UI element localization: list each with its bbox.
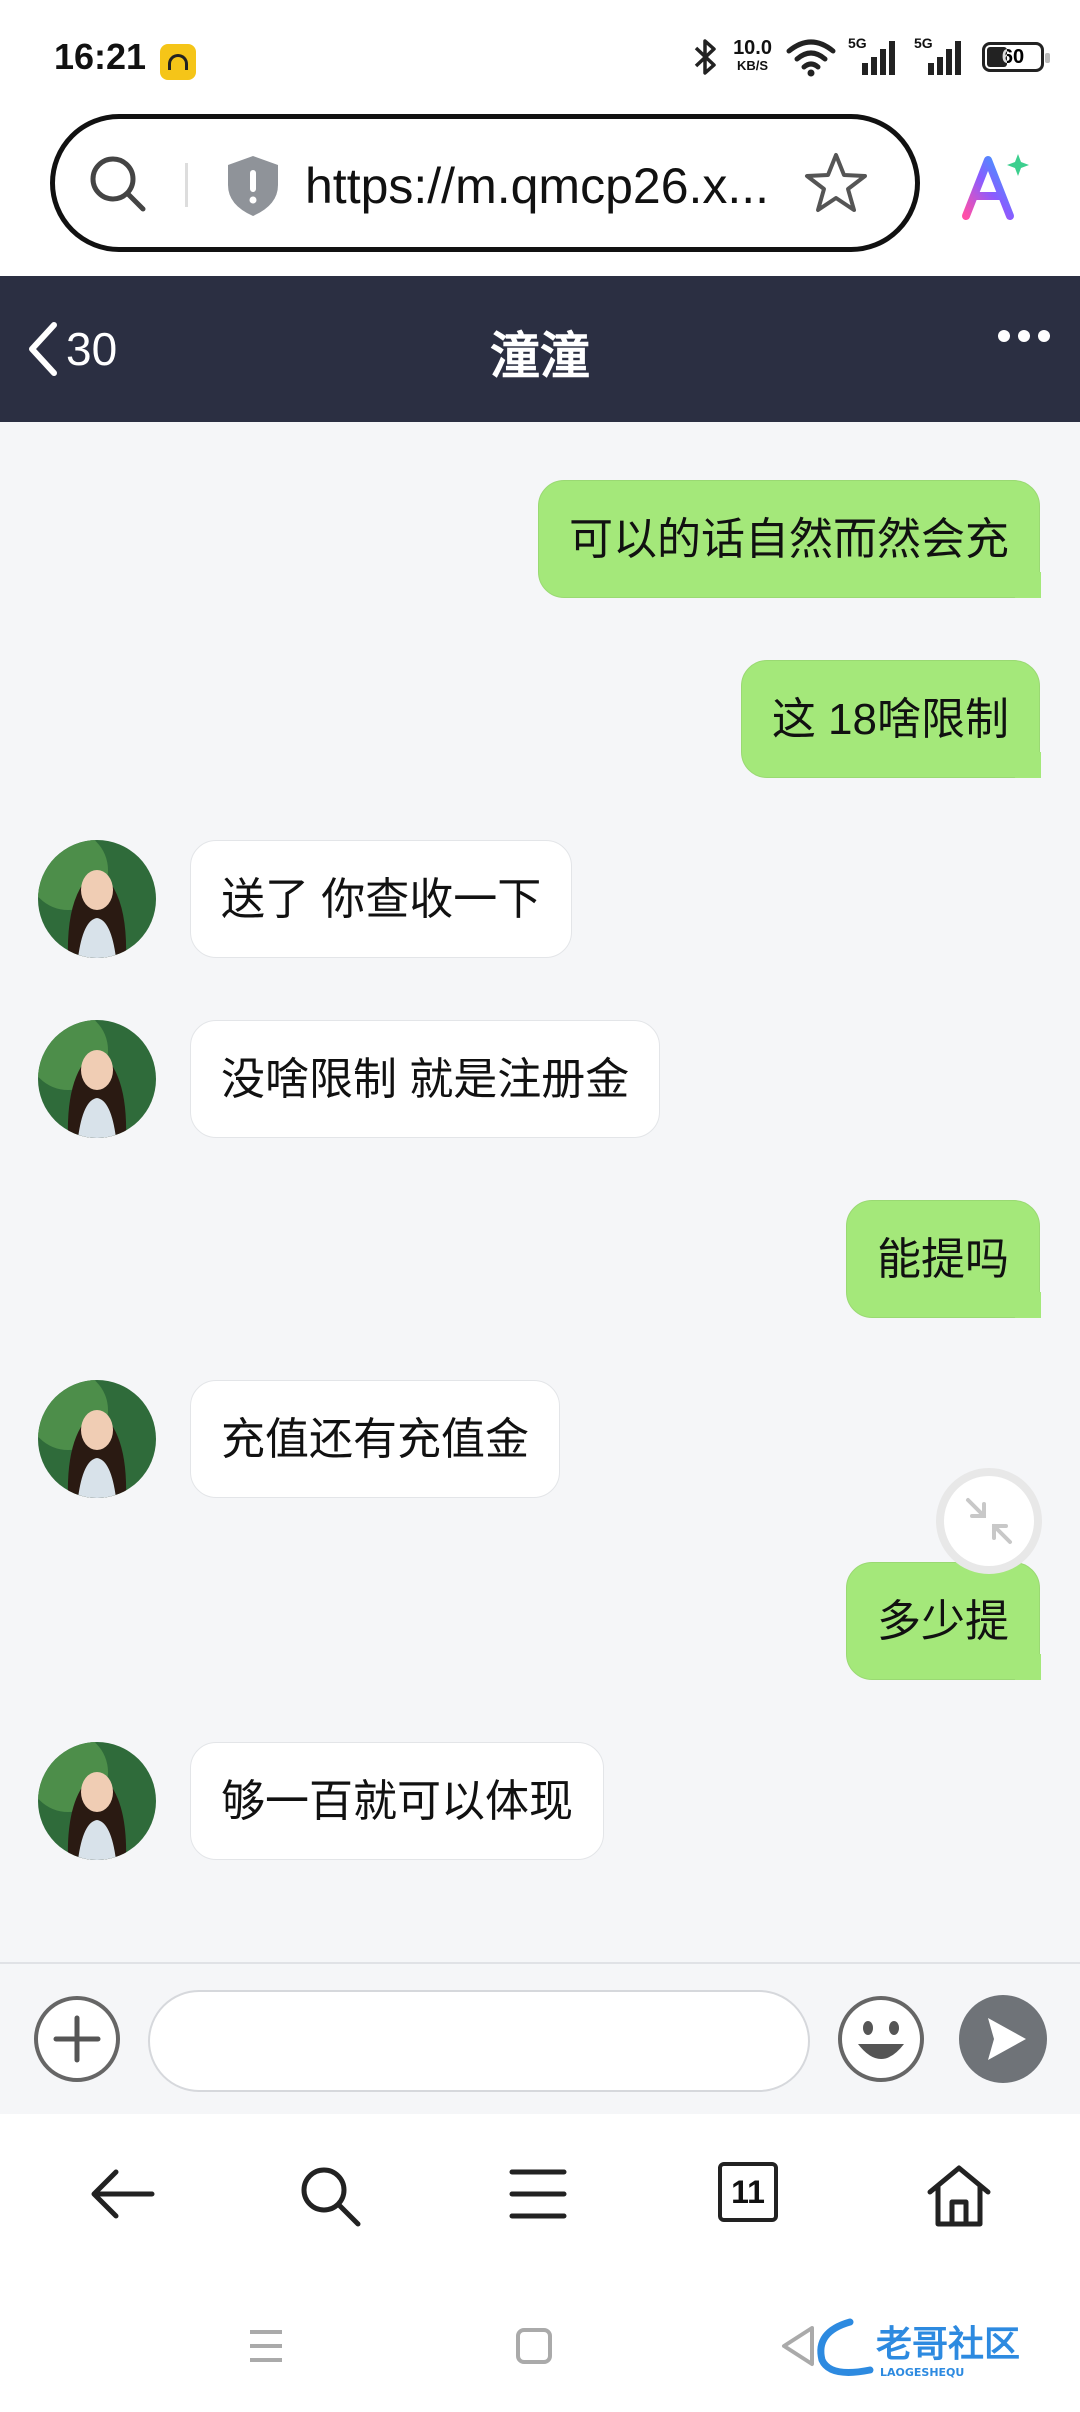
signal-1-label: 5G xyxy=(848,35,867,51)
address-bar[interactable]: https://m.qmcp26.x... xyxy=(50,114,920,252)
contact-avatar[interactable] xyxy=(38,1742,156,1860)
status-time: 16:21 xyxy=(54,36,147,77)
network-speed-unit: KB/S xyxy=(737,58,769,73)
message-bubble-received[interactable]: 送了 你查收一下 xyxy=(190,840,573,958)
message-input-bar xyxy=(0,1962,1080,2114)
message-bubble-received[interactable]: 充值还有充值金 xyxy=(190,1380,560,1498)
collapse-arrows-icon xyxy=(966,1498,1012,1544)
search-icon[interactable] xyxy=(83,149,153,219)
tab-count: 11 xyxy=(718,2162,778,2222)
message-input[interactable] xyxy=(148,1990,810,2092)
recent-apps-icon[interactable] xyxy=(246,2326,286,2366)
floating-collapse-button[interactable] xyxy=(936,1468,1042,1574)
chat-header: 30 潼潼 xyxy=(0,276,1080,422)
bluetooth-icon xyxy=(694,39,716,75)
send-icon[interactable] xyxy=(958,1994,1048,2084)
network-speed-value: 10.0 xyxy=(733,37,772,59)
message-bubble-sent[interactable]: 能提吗 xyxy=(846,1200,1041,1318)
wifi-icon xyxy=(786,39,836,77)
url-text[interactable]: https://m.qmcp26.x... xyxy=(305,157,769,215)
signal-2-label: 5G xyxy=(914,35,933,51)
app-notification-icon xyxy=(160,44,196,80)
message-bubble-sent[interactable]: 可以的话自然而然会充 xyxy=(538,480,1041,598)
emoji-icon[interactable] xyxy=(836,1994,926,2084)
network-speed: 10.0 KB/S xyxy=(733,37,772,75)
address-bar-divider xyxy=(185,163,188,207)
watermark-subtext: LAOGESHEQU xyxy=(880,2366,964,2379)
cell-signal-2-icon: 5G xyxy=(914,35,968,75)
watermark-logo: 老哥社区 LAOGESHEQU xyxy=(810,2312,1060,2382)
message-bubble-received[interactable]: 够一百就可以体现 xyxy=(190,1742,604,1860)
status-bar: 16:21 10.0 KB/S 5G 5G 60 xyxy=(0,0,1080,110)
add-attachment-icon[interactable] xyxy=(32,1994,122,2084)
status-icons: 10.0 KB/S 5G 5G 60 xyxy=(693,32,1050,82)
message-bubble-sent[interactable]: 多少提 xyxy=(846,1562,1041,1680)
battery-icon: 60 xyxy=(982,42,1050,72)
browser-toolbar: 11 xyxy=(0,2114,1080,2284)
menu-icon[interactable] xyxy=(506,2162,570,2226)
contact-avatar[interactable] xyxy=(38,1020,156,1138)
contact-avatar[interactable] xyxy=(38,840,156,958)
home-icon[interactable] xyxy=(924,2162,994,2228)
shield-icon[interactable] xyxy=(223,153,283,219)
chat-title: 潼潼 xyxy=(490,328,590,384)
chat-messages[interactable]: 可以的话自然而然会充 这 18啥限制 送了 你查收一下 没啥限制 就是注册金 能… xyxy=(0,422,1080,1962)
watermark-text: 老哥社区 xyxy=(876,2324,1020,2365)
search-icon[interactable] xyxy=(296,2162,366,2232)
message-bubble-received[interactable]: 没啥限制 就是注册金 xyxy=(190,1020,661,1138)
more-options-button[interactable] xyxy=(998,330,1050,342)
cell-signal-1-icon: 5G xyxy=(848,35,902,75)
system-navigation-bar: 老哥社区 LAOGESHEQU xyxy=(0,2284,1080,2412)
home-square-icon[interactable] xyxy=(514,2326,554,2366)
message-bubble-sent[interactable]: 这 18啥限制 xyxy=(740,660,1042,778)
back-arrow-icon[interactable] xyxy=(88,2162,158,2226)
contact-avatar[interactable] xyxy=(38,1380,156,1498)
tabs-button[interactable]: 11 xyxy=(718,2162,778,2222)
bookmark-star-icon[interactable] xyxy=(801,149,871,219)
ai-assistant-icon[interactable] xyxy=(958,150,1032,224)
battery-level: 60 xyxy=(1001,46,1025,68)
